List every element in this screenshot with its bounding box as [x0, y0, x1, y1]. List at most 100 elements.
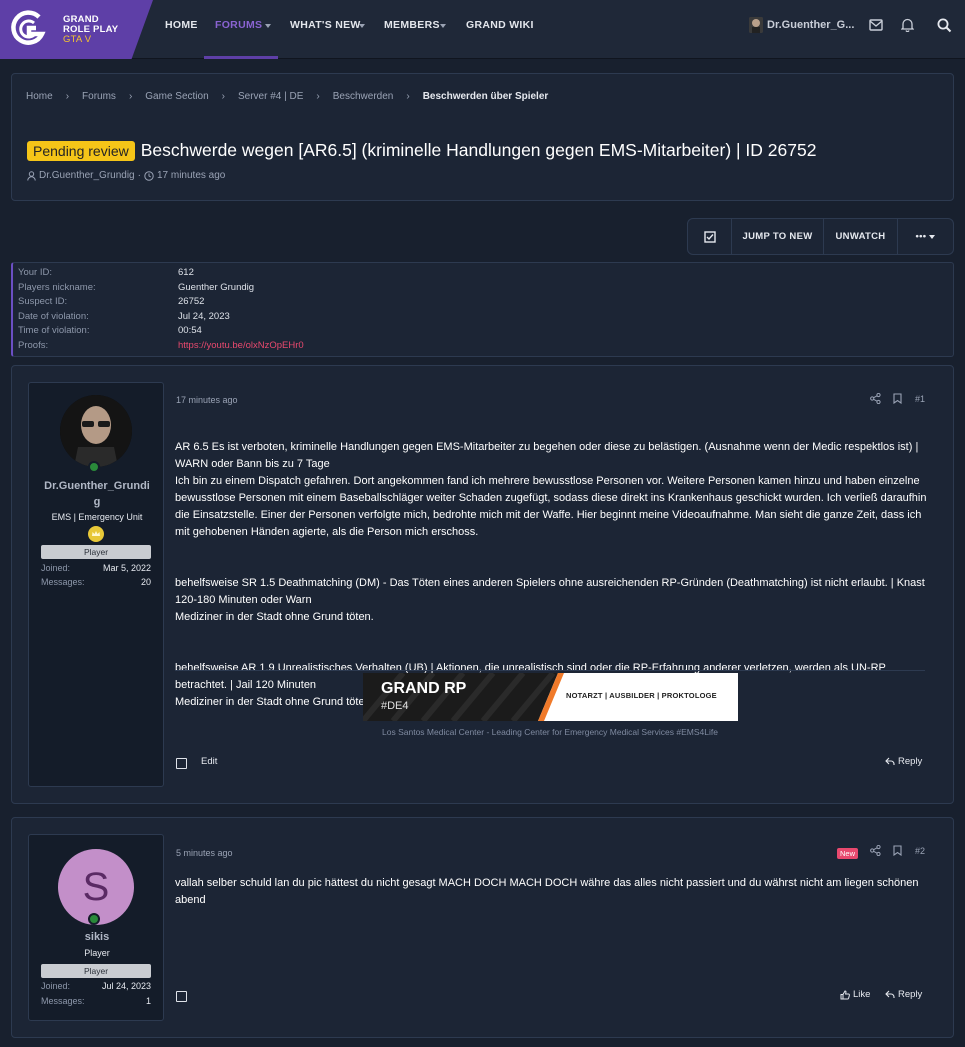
breadcrumb-current[interactable]: Beschwerden über Spieler: [423, 91, 549, 102]
share-icon[interactable]: [870, 393, 881, 404]
avatar[interactable]: [60, 395, 132, 467]
post-number[interactable]: #1: [915, 394, 925, 404]
breadcrumb: Home › Forums › Game Section › Server #4 | …: [26, 91, 548, 102]
info-value: 00:54: [178, 325, 202, 336]
reply-button[interactable]: Reply: [885, 989, 922, 1000]
post-number[interactable]: #2: [915, 846, 925, 856]
new-badge: New: [837, 848, 859, 859]
thumbs-up-icon: [840, 989, 850, 999]
user-banner: Player: [41, 545, 151, 559]
user-icon: [27, 170, 36, 181]
chevron-right-icon: ›: [221, 91, 225, 102]
info-value: Jul 24, 2023: [178, 311, 230, 322]
breadcrumb-item[interactable]: Server #4 | DE: [238, 91, 303, 102]
jump-to-new-button[interactable]: JUMP TO NEW: [732, 219, 824, 254]
thread-title: Beschwerde wegen [AR6.5] (kriminelle Han…: [140, 140, 817, 160]
chevron-right-icon: ›: [406, 91, 410, 102]
chevron-right-icon: ›: [128, 91, 133, 102]
user-card: Dr.Guenther_Grundi g EMS | Emergency Uni…: [28, 382, 164, 787]
select-thread-button[interactable]: [688, 219, 732, 254]
avatar-image: [60, 395, 132, 467]
post-1: Dr.Guenther_Grundi g EMS | Emergency Uni…: [11, 365, 954, 804]
breadcrumb-item[interactable]: Forums: [82, 91, 116, 102]
top-navbar: GRAND ROLE PLAY GTA V HOME FORUMS WHAT'S…: [0, 0, 965, 59]
bell-icon[interactable]: [901, 18, 914, 32]
messages-value: 20: [140, 577, 151, 587]
joined-value: Jul 24, 2023: [101, 981, 151, 991]
username-continued[interactable]: g: [29, 496, 165, 508]
more-icon: •••: [915, 231, 927, 242]
chevron-down-icon: [929, 234, 936, 239]
crown-icon: [88, 526, 104, 542]
nav-forums[interactable]: FORUMS: [215, 19, 262, 31]
page-title: Pending review Beschwerde wegen [AR6.5] …: [27, 140, 816, 161]
unwatch-button[interactable]: UNWATCH: [824, 219, 898, 254]
reply-icon: [885, 757, 895, 765]
nav-members[interactable]: MEMBERS: [384, 19, 440, 31]
meta-separator: ·: [137, 170, 141, 181]
thread-author[interactable]: Dr.Guenther_Grundig: [39, 170, 135, 181]
info-label: Your ID:: [18, 267, 52, 278]
post-content: vallah selber schuld lan du pic hättest …: [175, 877, 919, 906]
user-title: EMS | Emergency Unit: [51, 512, 143, 522]
user-card: S sikis Player Player Joined: Jul 24, 20…: [28, 834, 164, 1021]
joined-label: Joined:: [41, 981, 71, 991]
breadcrumb-item[interactable]: Beschwerden: [333, 91, 394, 102]
like-button[interactable]: Like: [840, 989, 870, 1000]
info-label: Time of violation:: [18, 325, 90, 336]
signature-divider: [175, 670, 925, 671]
messages-value: 1: [145, 996, 151, 1006]
signature-roles: NOTARZT | AUSBILDER | PROKTOLOGE: [566, 691, 717, 700]
account-username: Dr.Guenther_G...: [767, 19, 855, 31]
thread-time[interactable]: 17 minutes ago: [157, 170, 225, 181]
username[interactable]: Dr.Guenther_Grundi: [29, 480, 165, 492]
search-icon[interactable]: [937, 18, 952, 33]
post-time[interactable]: 17 minutes ago: [176, 395, 238, 405]
chevron-down-icon[interactable]: [359, 24, 365, 28]
user-banner: Player: [41, 964, 151, 978]
brand-logo[interactable]: GRAND ROLE PLAY GTA V: [0, 0, 153, 59]
checkbox-icon: [703, 230, 716, 243]
select-post-checkbox[interactable]: [176, 758, 187, 769]
nav-whats-new[interactable]: WHAT'S NEW: [290, 19, 361, 31]
account-menu[interactable]: Dr.Guenther_G...: [749, 17, 854, 33]
signature-banner: GRAND RP #DE4 NOTARZT | AUSBILDER | PROK…: [363, 673, 738, 721]
online-status-icon: [88, 913, 100, 925]
reply-button[interactable]: Reply: [885, 756, 922, 767]
inbox-icon[interactable]: [869, 19, 883, 31]
complaint-info-box: Your ID: 612 Players nickname: Guenther …: [11, 262, 954, 357]
info-value: 26752: [178, 296, 205, 307]
chevron-down-icon[interactable]: [440, 24, 446, 28]
post-time[interactable]: 5 minutes ago: [176, 848, 233, 858]
bookmark-icon[interactable]: [893, 845, 902, 856]
nav-wiki[interactable]: GRAND WIKI: [466, 19, 534, 31]
messages-label: Messages:: [41, 996, 85, 1006]
thread-meta: Dr.Guenther_Grundig · 17 minutes ago: [27, 170, 225, 181]
chevron-right-icon: ›: [65, 91, 70, 102]
bookmark-icon[interactable]: [893, 393, 902, 404]
signature-subtitle: #DE4: [381, 700, 409, 712]
brand-logo-icon: [11, 10, 46, 45]
username[interactable]: sikis: [29, 931, 165, 943]
thread-actions: JUMP TO NEW UNWATCH •••: [687, 218, 954, 255]
select-post-checkbox[interactable]: [176, 991, 187, 1002]
signature-title: GRAND RP: [381, 680, 467, 697]
nav-home[interactable]: HOME: [165, 19, 198, 31]
info-value: 612: [178, 267, 194, 278]
breadcrumb-item[interactable]: Home: [26, 91, 53, 102]
proof-link[interactable]: https://youtu.be/olxNzOpEHr0: [178, 340, 304, 351]
breadcrumb-item[interactable]: Game Section: [145, 91, 208, 102]
info-label: Suspect ID:: [18, 296, 68, 307]
chevron-right-icon: ›: [316, 91, 320, 102]
clock-icon: [144, 170, 154, 181]
info-label: Date of violation:: [18, 311, 89, 322]
share-icon[interactable]: [870, 845, 881, 856]
avatar: [749, 17, 763, 33]
chevron-down-icon[interactable]: [265, 24, 271, 28]
status-badge[interactable]: Pending review: [27, 140, 135, 161]
joined-label: Joined:: [41, 563, 71, 573]
more-options-button[interactable]: •••: [898, 219, 953, 254]
edit-button[interactable]: Edit: [201, 756, 217, 767]
online-status-icon: [88, 461, 100, 473]
user-title: Player: [84, 948, 110, 958]
